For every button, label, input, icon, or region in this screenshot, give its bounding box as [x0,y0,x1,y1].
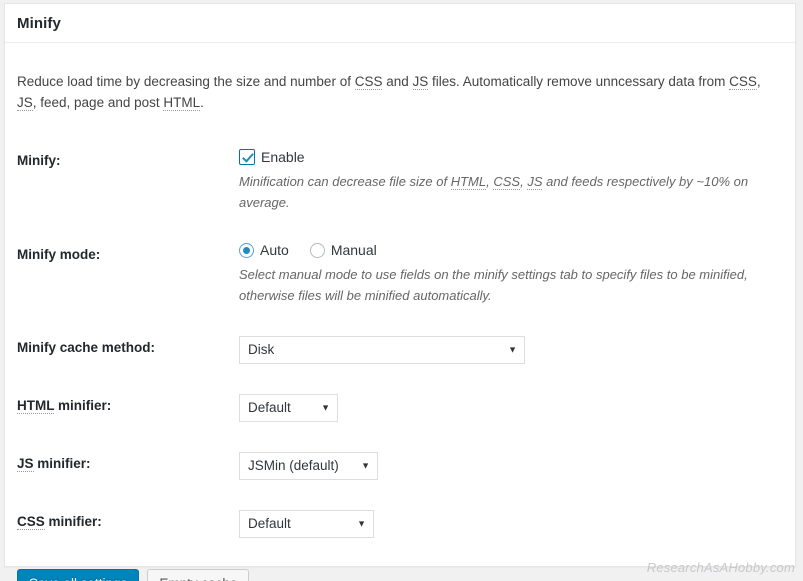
row-minify-cache-method: Minify cache method: Disk ▼ [17,321,783,379]
label-js-minifier-rest: minifier: [33,455,91,471]
abbr-html: HTML [163,95,201,112]
field-js-minifier: JSMin (default) ▼ [239,437,783,495]
label-minify: Minify: [17,152,61,168]
radio-manual-label: Manual [330,242,377,259]
label-css-minifier-rest: minifier: [44,513,102,529]
abbr-js: JS [527,173,543,190]
row-minify: Minify: Enable Minification can decrease… [17,134,783,228]
label-js-minifier: JS minifier: [17,437,239,495]
radio-auto-label: Auto [260,242,289,259]
checkbox-icon[interactable] [239,148,255,165]
minify-settings-panel: Minify Reduce load time by decreasing th… [4,3,796,581]
panel-header: Minify [5,4,795,43]
select-value: Default [248,400,291,416]
select-value: JSMin (default) [248,458,339,474]
chevron-down-icon: ▼ [361,460,370,471]
minify-mode-hint: Select manual mode to use fields on the … [239,266,748,303]
row-html-minifier: HTML minifier: Default ▼ [17,379,783,437]
radio-manual-icon[interactable] [309,242,325,258]
field-minify-cache-method: Disk ▼ [239,321,783,379]
intro-description: Reduce load time by decreasing the size … [17,57,783,121]
intro-text-3: files. Automatically remove unncessary d… [428,73,730,89]
select-value: Disk [248,342,275,358]
settings-form-table: Minify: Enable Minification can decrease… [17,134,783,553]
chevron-down-icon: ▼ [321,402,330,413]
row-minify-mode: Minify mode: Auto Manual Select manual m… [17,228,783,321]
radio-option-auto[interactable]: Auto [239,242,289,259]
minify-enable-label: Enable [261,148,305,165]
minify-hint: Minification can decrease file size of H… [239,171,773,213]
abbr-css: CSS [354,73,383,90]
panel-body: Reduce load time by decreasing the size … [5,57,795,581]
page-title: Minify [17,14,61,32]
abbr-css: CSS [493,173,521,190]
intro-text-4: , [756,73,761,89]
chevron-down-icon: ▼ [508,344,517,355]
select-html-minifier[interactable]: Default ▼ [239,393,338,422]
screen-root: Minify Reduce load time by decreasing th… [0,0,803,581]
label-html-minifier: HTML minifier: [17,379,239,437]
select-js-minifier[interactable]: JSMin (default) ▼ [239,451,378,480]
row-css-minifier: CSS minifier: Default ▼ [17,495,783,553]
radio-auto-icon[interactable] [239,242,254,258]
abbr-css: CSS [17,513,45,530]
row-js-minifier: JS minifier: JSMin (default) ▼ [17,437,783,495]
abbr-js: JS [17,455,34,472]
label-html-minifier-rest: minifier: [54,397,112,413]
empty-cache-button[interactable]: Empty cache [147,568,250,581]
intro-text-1: Reduce load time by decreasing the size … [17,73,355,89]
hint-text-1: Minification can decrease file size of [239,173,451,189]
intro-text-6: . [200,95,204,111]
select-minify-cache-method[interactable]: Disk ▼ [239,335,525,364]
save-all-settings-button[interactable]: Save all settings [17,568,140,581]
watermark: ResearchAsAHobby.com [646,560,795,575]
minify-mode-radio-group: Auto Manual [239,242,773,259]
select-css-minifier[interactable]: Default ▼ [239,509,374,538]
field-html-minifier: Default ▼ [239,379,783,437]
radio-option-manual[interactable]: Manual [309,242,377,259]
intro-text-5: , feed, page and post [32,95,164,111]
field-minify-mode: Auto Manual Select manual mode to use fi… [239,228,783,321]
abbr-js: JS [17,95,33,112]
chevron-down-icon: ▼ [357,518,366,529]
field-css-minifier: Default ▼ [239,495,783,553]
select-value: Default [248,516,291,532]
abbr-html: HTML [450,173,487,190]
label-minify-cache-method: Minify cache method: [17,339,156,355]
abbr-css: CSS [729,73,757,90]
label-minify-mode: Minify mode: [17,246,101,262]
label-css-minifier: CSS minifier: [17,495,239,553]
field-minify: Enable Minification can decrease file si… [239,134,783,228]
abbr-html: HTML [17,397,55,414]
abbr-js: JS [412,73,429,90]
intro-text-2: and [382,73,413,89]
minify-enable-checkbox-row[interactable]: Enable [239,148,773,165]
